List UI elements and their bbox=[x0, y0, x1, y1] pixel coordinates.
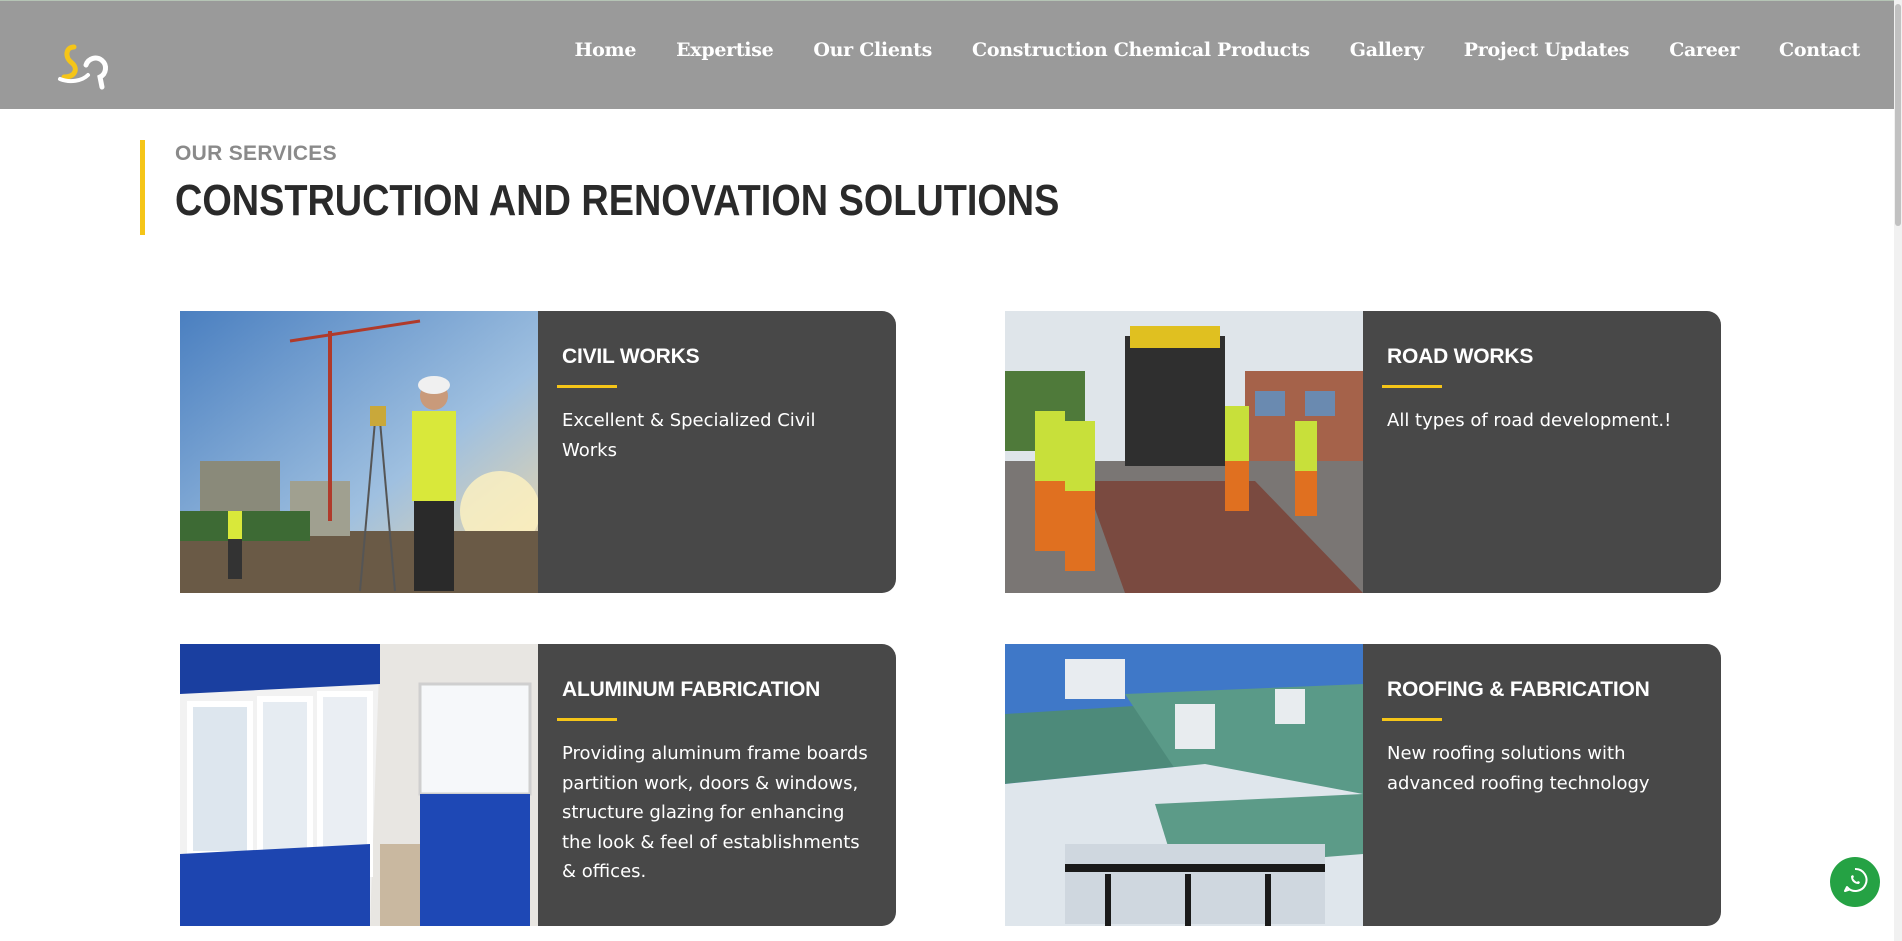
card-body: ALUMINUM FABRICATION Providing aluminum … bbox=[538, 644, 896, 926]
service-card-road-works[interactable]: ROAD WORKS All types of road development… bbox=[1005, 311, 1721, 593]
card-image bbox=[180, 644, 538, 926]
card-image bbox=[1005, 644, 1363, 926]
card-description: All types of road development.! bbox=[1387, 410, 1672, 431]
service-card-roofing-fabrication[interactable]: ROOFING & FABRICATION New roofing soluti… bbox=[1005, 644, 1721, 926]
company-logo[interactable] bbox=[56, 43, 112, 91]
nav-contact[interactable]: Contact bbox=[1779, 39, 1860, 61]
nav-career[interactable]: Career bbox=[1669, 39, 1739, 61]
nav-expertise[interactable]: Expertise bbox=[676, 39, 774, 61]
nav-our-clients[interactable]: Our Clients bbox=[813, 39, 932, 61]
nav-gallery[interactable]: Gallery bbox=[1350, 39, 1424, 61]
section-title: CONSTRUCTION AND RENOVATION SOLUTIONS bbox=[175, 176, 1060, 225]
card-description: New roofing solutions with advanced roof… bbox=[1387, 743, 1650, 794]
whatsapp-icon bbox=[1842, 867, 1868, 898]
card-description: Providing aluminum frame boards partitio… bbox=[562, 743, 868, 882]
nav-home[interactable]: Home bbox=[575, 39, 637, 61]
card-body: ROAD WORKS All types of road development… bbox=[1363, 311, 1721, 593]
card-title: CIVIL WORKS bbox=[562, 345, 700, 368]
title-underline bbox=[1382, 718, 1442, 721]
whatsapp-button[interactable] bbox=[1830, 857, 1880, 907]
service-card-civil-works[interactable]: CIVIL WORKS Excellent & Specialized Civi… bbox=[180, 311, 896, 593]
card-image bbox=[180, 311, 538, 593]
title-underline bbox=[557, 718, 617, 721]
service-card-aluminum-fabrication[interactable]: ALUMINUM FABRICATION Providing aluminum … bbox=[180, 644, 896, 926]
card-title: ROAD WORKS bbox=[1387, 345, 1534, 368]
title-underline bbox=[557, 385, 617, 388]
title-underline bbox=[1382, 385, 1442, 388]
section-kicker: OUR SERVICES bbox=[175, 142, 337, 165]
scrollbar-thumb[interactable] bbox=[1895, 4, 1901, 226]
card-description: Excellent & Specialized Civil Works bbox=[562, 410, 816, 461]
page-scrollbar[interactable] bbox=[1894, 0, 1902, 941]
card-title: ROOFING & FABRICATION bbox=[1387, 678, 1650, 701]
card-image bbox=[1005, 311, 1363, 593]
nav-construction-chemical-products[interactable]: Construction Chemical Products bbox=[972, 39, 1310, 61]
card-body: ROOFING & FABRICATION New roofing soluti… bbox=[1363, 644, 1721, 926]
card-body: CIVIL WORKS Excellent & Specialized Civi… bbox=[538, 311, 896, 593]
site-header: Home Expertise Our Clients Construction … bbox=[0, 0, 1902, 109]
services-heading: OUR SERVICES CONSTRUCTION AND RENOVATION… bbox=[140, 140, 1203, 235]
nav-project-updates[interactable]: Project Updates bbox=[1464, 39, 1630, 61]
main-nav: Home Expertise Our Clients Construction … bbox=[535, 39, 1861, 61]
card-title: ALUMINUM FABRICATION bbox=[562, 678, 821, 701]
